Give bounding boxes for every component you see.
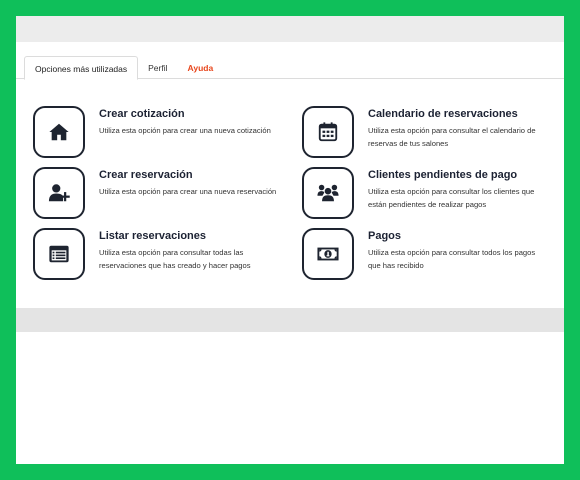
option-description: Utiliza esta opción para consultar los c… bbox=[368, 187, 535, 209]
tab-most-used[interactable]: Opciones más utilizadas bbox=[24, 56, 139, 80]
option-title: Listar reservaciones bbox=[99, 230, 207, 242]
tab-bar: Opciones más utilizadas Perfil Ayuda bbox=[24, 54, 223, 80]
option-payments[interactable]: Pagos Utiliza esta opción para consultar… bbox=[302, 228, 562, 284]
calendar-icon bbox=[302, 106, 354, 158]
option-list-reservations[interactable]: Listar reservaciones Utiliza esta opción… bbox=[33, 228, 293, 284]
home-icon bbox=[33, 106, 85, 158]
users-icon bbox=[302, 167, 354, 219]
option-title: Crear reservación bbox=[99, 169, 193, 181]
option-description: Utiliza esta opción para crear una nueva… bbox=[99, 187, 277, 196]
option-title: Crear cotización bbox=[99, 108, 185, 120]
option-description: Utiliza esta opción para consultar todas… bbox=[99, 248, 251, 270]
tab-profile[interactable]: Perfil bbox=[138, 56, 177, 80]
option-title: Pagos bbox=[368, 230, 402, 242]
tab-help[interactable]: Ayuda bbox=[178, 56, 224, 80]
option-reservations-calendar[interactable]: Calendario de reservaciones Utiliza esta… bbox=[302, 106, 562, 162]
option-create-quote[interactable]: Crear cotización Utiliza esta opción par… bbox=[33, 106, 293, 162]
option-create-reservation[interactable]: Crear reservación Utiliza esta opción pa… bbox=[33, 167, 293, 223]
bottom-bar bbox=[16, 308, 564, 332]
list-icon bbox=[33, 228, 85, 280]
option-title: Calendario de reservaciones bbox=[368, 108, 518, 120]
top-bar bbox=[16, 16, 564, 42]
main-panel: Opciones más utilizadas Perfil Ayuda Cre… bbox=[16, 16, 564, 464]
option-pending-clients[interactable]: Clientes pendientes de pago Utiliza esta… bbox=[302, 167, 562, 223]
option-title: Clientes pendientes de pago bbox=[368, 169, 518, 181]
add-user-icon bbox=[33, 167, 85, 219]
option-description: Utiliza esta opción para crear una nueva… bbox=[99, 126, 271, 135]
option-description: Utiliza esta opción para consultar el ca… bbox=[368, 126, 536, 148]
option-description: Utiliza esta opción para consultar todos… bbox=[368, 248, 536, 270]
money-icon bbox=[302, 228, 354, 280]
